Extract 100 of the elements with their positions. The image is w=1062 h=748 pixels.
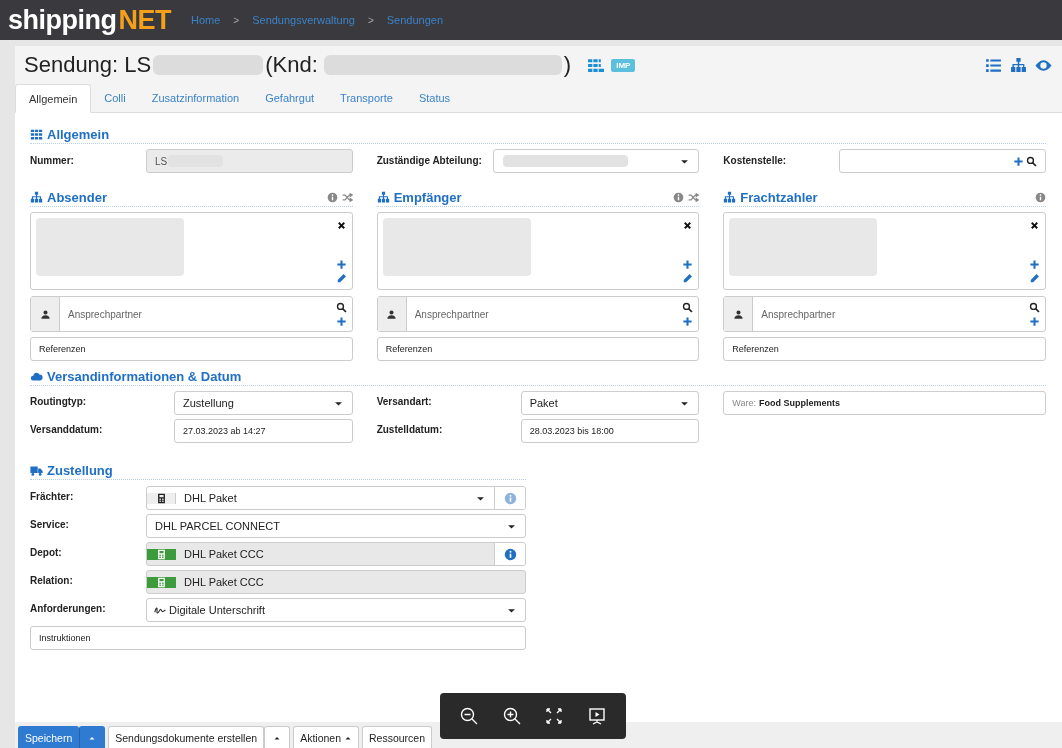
contact-field[interactable]: Ansprechpartner bbox=[30, 296, 353, 332]
list-icon[interactable] bbox=[985, 56, 1002, 74]
field-value: Paket bbox=[529, 397, 558, 409]
action-button[interactable]: Speichern bbox=[18, 726, 80, 748]
pencil-icon[interactable] bbox=[1029, 273, 1040, 284]
shipping-mode-dropdown[interactable]: Paket bbox=[520, 391, 700, 415]
dropdown[interactable]: DHL PARCEL CONNECT bbox=[146, 514, 526, 538]
field-value: DHL Paket CCC bbox=[184, 548, 265, 560]
breadcrumb-separator: > bbox=[367, 14, 374, 26]
field-label: Ware: bbox=[732, 398, 756, 408]
plus-icon[interactable] bbox=[1029, 259, 1040, 270]
shuffle-icon[interactable] bbox=[341, 192, 353, 203]
section-title: Allgemein bbox=[47, 127, 110, 142]
tab[interactable]: Status bbox=[405, 84, 464, 112]
info-icon[interactable] bbox=[326, 192, 338, 203]
grid-icon bbox=[30, 128, 43, 141]
logo[interactable]: shippingNET bbox=[8, 4, 171, 36]
tab[interactable]: Zusatzinformation bbox=[138, 84, 253, 112]
section-title: Zustellung bbox=[47, 463, 113, 478]
contact-input[interactable]: Ansprechpartner bbox=[60, 297, 336, 331]
search-icon[interactable] bbox=[1029, 301, 1040, 313]
info-icon[interactable] bbox=[673, 192, 685, 203]
contact-input[interactable]: Ansprechpartner bbox=[406, 297, 683, 331]
info-icon[interactable] bbox=[503, 547, 517, 561]
calculator-icon bbox=[155, 548, 167, 560]
references-field[interactable]: Referenzen bbox=[376, 337, 700, 361]
plus-icon[interactable] bbox=[1013, 155, 1024, 167]
action-button[interactable]: Sendungsdokumente erstellen bbox=[108, 726, 265, 748]
section-title: Frachtzahler bbox=[740, 190, 818, 205]
signature-icon bbox=[153, 604, 167, 616]
calculator-icon bbox=[155, 576, 167, 588]
search-icon[interactable] bbox=[335, 301, 347, 313]
section-title: Versandinformationen & Datum bbox=[47, 369, 242, 384]
user-icon bbox=[732, 308, 744, 320]
sitemap-icon[interactable] bbox=[1010, 56, 1027, 74]
user-icon bbox=[386, 308, 398, 320]
tab[interactable]: Allgemein bbox=[15, 84, 92, 113]
references-field[interactable]: Referenzen bbox=[723, 337, 1046, 361]
field-label: Versandart: bbox=[376, 395, 433, 409]
date-field[interactable]: 27.03.2023 ab 14:27 bbox=[174, 419, 353, 443]
dropdown[interactable]: DHL Paket bbox=[146, 486, 526, 510]
plus-icon[interactable] bbox=[335, 315, 347, 327]
close-icon[interactable] bbox=[1029, 220, 1040, 231]
section-title: Empfänger bbox=[393, 190, 462, 205]
section-title: Absender bbox=[47, 190, 107, 205]
imp-badge: IMP bbox=[611, 58, 636, 72]
contact-field[interactable]: Ansprechpartner bbox=[723, 296, 1046, 332]
pencil-icon[interactable] bbox=[335, 273, 347, 284]
plus-icon[interactable] bbox=[1029, 315, 1040, 327]
references-field[interactable]: Referenzen bbox=[30, 337, 353, 361]
field-label: Depot: bbox=[30, 546, 63, 560]
cloud-icon bbox=[30, 370, 43, 383]
close-icon[interactable] bbox=[335, 220, 347, 231]
search-icon[interactable] bbox=[682, 301, 694, 313]
field-label: Zuständige Abteilung: bbox=[376, 154, 483, 168]
close-icon[interactable] bbox=[682, 220, 694, 231]
search-icon[interactable] bbox=[1026, 155, 1037, 167]
contact-input[interactable]: Ansprechpartner bbox=[753, 297, 1029, 331]
instructions-field[interactable]: Instruktionen bbox=[30, 626, 526, 650]
dropdown[interactable]: Digitale Unterschrift bbox=[146, 598, 526, 622]
pencil-icon[interactable] bbox=[682, 273, 694, 284]
zoom-in-icon[interactable] bbox=[501, 706, 522, 726]
sitemap-icon bbox=[723, 191, 737, 204]
field-value: Digitale Unterschrift bbox=[169, 604, 266, 616]
plus-icon[interactable] bbox=[682, 315, 694, 327]
cost-center-field[interactable] bbox=[839, 149, 1046, 173]
field-label: Relation: bbox=[30, 574, 74, 588]
plus-icon[interactable] bbox=[335, 259, 347, 270]
field-label: Service: bbox=[30, 518, 70, 532]
field-value: DHL Paket bbox=[184, 492, 238, 504]
tab[interactable]: Gefahrgut bbox=[252, 84, 328, 112]
field-label: Versanddatum: bbox=[30, 423, 104, 437]
field-value: Zustellung bbox=[183, 397, 234, 409]
contact-field[interactable]: Ansprechpartner bbox=[376, 296, 700, 332]
fullscreen-icon[interactable] bbox=[544, 706, 565, 726]
tab[interactable]: Colli bbox=[91, 84, 139, 112]
page-title: (Knd: bbox=[265, 52, 318, 78]
action-button[interactable]: Ressourcen bbox=[362, 726, 433, 748]
field-label: Nummer: bbox=[30, 154, 75, 168]
date-field[interactable]: 28.03.2023 bis 18:00 bbox=[520, 419, 700, 443]
zoom-out-icon[interactable] bbox=[459, 706, 480, 726]
slideshow-icon[interactable] bbox=[586, 706, 607, 726]
routing-dropdown[interactable]: Zustellung bbox=[174, 391, 353, 415]
sitemap-icon bbox=[376, 191, 390, 204]
truck-icon bbox=[30, 464, 43, 477]
page-title: ) bbox=[563, 52, 572, 78]
tab[interactable]: Transporte bbox=[327, 84, 406, 112]
table-icon[interactable] bbox=[587, 56, 605, 74]
field-label: Frächter: bbox=[30, 490, 75, 504]
field-label: Zustelldatum: bbox=[376, 423, 444, 437]
goods-field[interactable]: Ware: Food Supplements bbox=[723, 391, 1046, 415]
dropup-button[interactable] bbox=[79, 726, 106, 748]
user-icon bbox=[39, 308, 51, 320]
sitemap-icon bbox=[30, 191, 43, 204]
field-value: LS bbox=[155, 155, 168, 167]
field-label: Kostenstelle: bbox=[723, 154, 788, 168]
action-button[interactable]: Aktionen bbox=[293, 726, 359, 748]
info-icon[interactable] bbox=[1035, 192, 1046, 203]
shuffle-icon[interactable] bbox=[688, 192, 700, 203]
plus-icon[interactable] bbox=[682, 259, 694, 270]
